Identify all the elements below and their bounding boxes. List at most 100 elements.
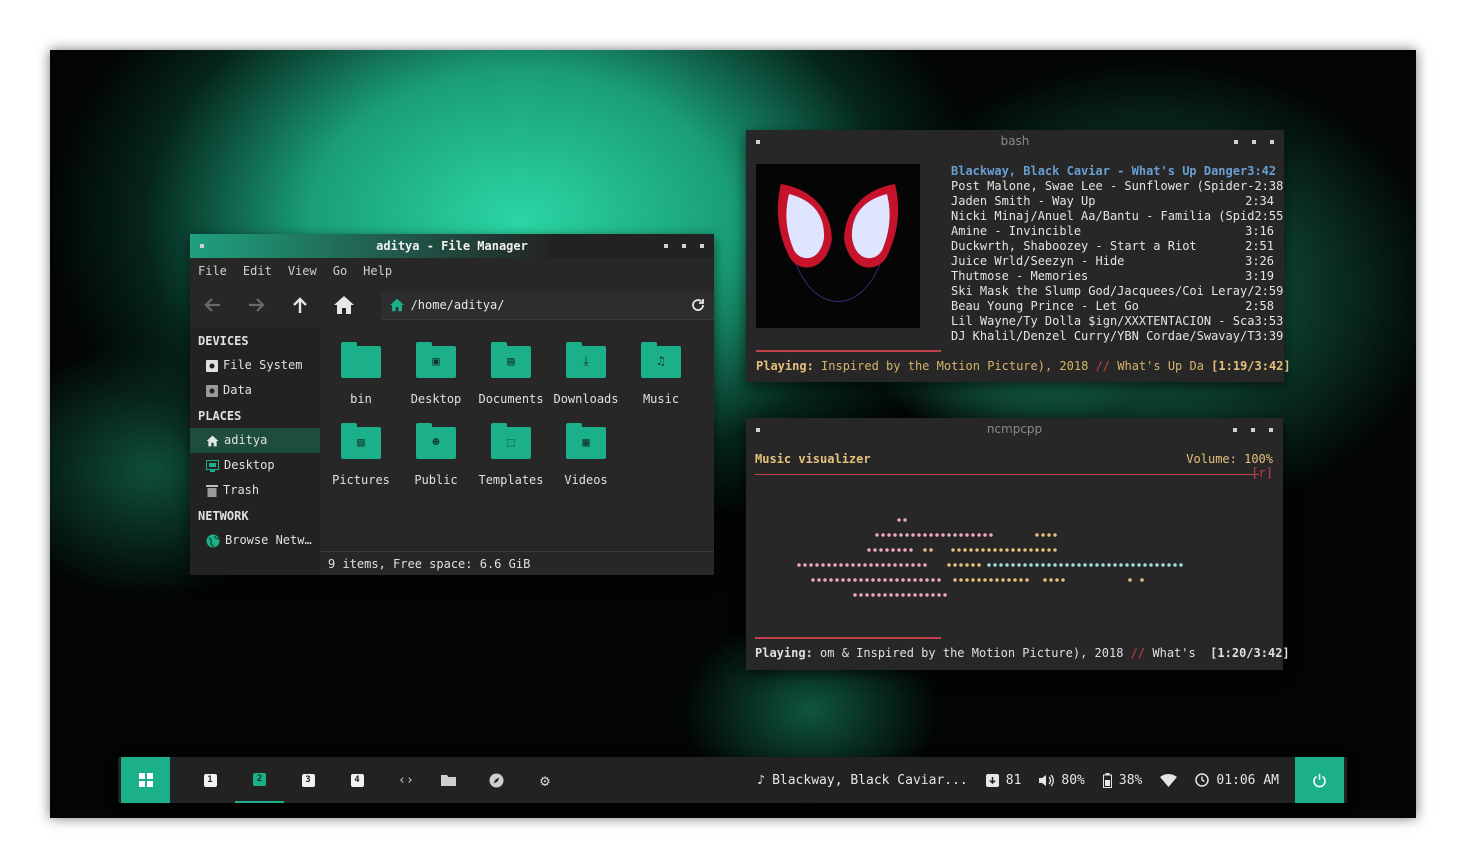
playlist-row[interactable]: Duckwrth, Shaboozey - Start a Riot 2:51 [951, 239, 1274, 254]
sidebar-item-browse-network[interactable]: Browse Netw… [190, 528, 320, 553]
sidebar-item-label: aditya [224, 433, 268, 447]
sidebar-item-trash[interactable]: Trash [190, 478, 320, 503]
visualizer-dots [796, 561, 928, 569]
close-button[interactable] [700, 244, 704, 248]
downloads-folder-icon: ⤓ [566, 342, 606, 378]
visualizer-dots [950, 546, 1058, 554]
visualizer-dots [1124, 576, 1148, 584]
playing-time: [1:20/3:42] [1210, 646, 1290, 660]
track-time: 3:19 [1245, 269, 1274, 283]
browser-button[interactable] [482, 757, 510, 803]
sidebar-item-home[interactable]: aditya [190, 428, 320, 453]
home-button[interactable] [331, 292, 357, 318]
volume-widget[interactable]: 80% [1039, 773, 1085, 788]
sidebar-item-file-system[interactable]: File System [190, 353, 320, 378]
forward-button[interactable] [244, 292, 270, 318]
workspace-3-button[interactable]: 3 [294, 757, 322, 803]
menu-go[interactable]: Go [333, 258, 347, 284]
app-launcher-button[interactable] [121, 757, 170, 803]
track-title: Amine - Invincible [951, 224, 1082, 238]
settings-button[interactable]: ⚙ [531, 757, 559, 803]
up-button[interactable] [287, 292, 313, 318]
playlist-row[interactable]: Lil Wayne/Ty Dolla $ign/XXXTENTACION - S… [951, 314, 1283, 329]
power-button[interactable] [1295, 757, 1344, 803]
wifi-widget[interactable] [1160, 773, 1178, 787]
playlist-row[interactable]: Juice Wrld/Seezyn - Hide 3:26 [951, 254, 1274, 269]
now-playing-line: Playing: om & Inspired by the Motion Pic… [755, 646, 1290, 660]
workspace-2-button[interactable]: 2 [235, 757, 284, 803]
reload-icon[interactable] [690, 297, 706, 313]
folder-item[interactable]: ▦ Videos [548, 423, 624, 487]
maximize-button[interactable] [1252, 140, 1256, 144]
folder-item[interactable]: ⬚ Templates [473, 423, 549, 487]
workspace-1-button[interactable]: 1 [196, 757, 224, 803]
track-title: Nicki Minaj/Anuel Aa/Bantu - Familia (Sp… [951, 209, 1255, 223]
speaker-icon [1039, 774, 1055, 786]
workspace-label: 2 [253, 772, 266, 786]
album-art [756, 164, 920, 328]
playlist-row[interactable]: Jaden Smith - Way Up 2:34 [951, 194, 1274, 209]
menu-file[interactable]: File [198, 258, 227, 284]
folder-item[interactable]: ⤓ Downloads [548, 342, 624, 406]
terminal-titlebar[interactable]: ncmpcpp [746, 418, 1283, 440]
back-button[interactable] [200, 292, 226, 318]
location-bar[interactable]: /home/aditya/ [380, 290, 714, 320]
updates-count: 81 [1005, 772, 1022, 788]
menu-view[interactable]: View [288, 258, 317, 284]
trash-icon [206, 485, 218, 497]
file-manager-titlebar[interactable]: aditya - File Manager [190, 234, 714, 258]
maximize-button[interactable] [1251, 428, 1255, 432]
window-menu-dot[interactable] [756, 428, 760, 432]
videos-folder-icon: ▦ [566, 423, 606, 459]
visualizer-dots [810, 576, 942, 584]
seek-bar[interactable] [755, 637, 942, 639]
updates-widget[interactable]: 81 [985, 772, 1022, 788]
folder-item[interactable]: bin [323, 342, 399, 406]
track-time: 2:58 [1245, 299, 1274, 313]
code-editor-button[interactable]: ‹› [392, 757, 420, 803]
close-button[interactable] [1269, 428, 1273, 432]
files-button[interactable] [434, 757, 462, 803]
playlist-row[interactable]: Amine - Invincible 3:16 [951, 224, 1274, 239]
home-icon [206, 435, 219, 446]
playlist-row[interactable]: Beau Young Prince - Let Go 2:58 [951, 299, 1274, 314]
playing-separator: // [1095, 359, 1111, 373]
minimize-button[interactable] [1234, 140, 1238, 144]
folder-item[interactable]: ▣ Desktop [398, 342, 474, 406]
playlist-row[interactable]: Ski Mask the Slump God/Jacquees/Coi Lera… [951, 284, 1283, 299]
window-title: bash [1000, 134, 1030, 148]
minimize-button[interactable] [1233, 428, 1237, 432]
clock-widget[interactable]: 01:06 AM [1195, 773, 1279, 788]
playlist-row-current[interactable]: Blackway, Black Caviar - What's Up Dange… [951, 164, 1277, 179]
bash-terminal-window: bash Blackway, Black Caviar - What's Up … [746, 130, 1291, 382]
folder-item[interactable]: ♫ Music [623, 342, 699, 406]
playlist-row[interactable]: Thutmose - Memories 3:19 [951, 269, 1274, 284]
sidebar-item-data[interactable]: Data [190, 378, 320, 403]
playlist-row[interactable]: Nicki Minaj/Anuel Aa/Bantu - Familia (Sp… [951, 209, 1283, 224]
maximize-button[interactable] [682, 244, 686, 248]
minimize-button[interactable] [664, 244, 668, 248]
track-time: 2:59 [1254, 284, 1284, 298]
menu-edit[interactable]: Edit [243, 258, 272, 284]
folder-item[interactable]: ▤ Documents [473, 342, 549, 406]
sidebar-header-network: NETWORK [198, 509, 249, 523]
window-menu-dot[interactable] [756, 140, 760, 144]
close-button[interactable] [1270, 140, 1274, 144]
window-title: aditya - File Manager [376, 239, 528, 253]
playlist-row[interactable]: Post Malone, Swae Lee - Sunflower (Spide… [951, 179, 1283, 194]
visualizer-title: Music visualizer [755, 452, 871, 466]
window-menu-dot[interactable] [200, 244, 204, 248]
folder-item[interactable]: ▨ Pictures [323, 423, 399, 487]
menu-help[interactable]: Help [363, 258, 392, 284]
playlist-row[interactable]: DJ Khalil/Denzel Curry/YBN Cordae/Swavay… [951, 329, 1283, 344]
sidebar-item-desktop[interactable]: Desktop [190, 453, 320, 478]
visualizer-dots [922, 546, 934, 554]
track-time: 3:42 [1247, 164, 1277, 178]
battery-widget[interactable]: 38% [1102, 772, 1142, 788]
globe-icon [206, 534, 220, 547]
seek-bar[interactable] [756, 350, 941, 352]
workspace-4-button[interactable]: 4 [343, 757, 371, 803]
now-playing-widget[interactable]: ♪ Blackway, Black Caviar... [757, 773, 968, 788]
terminal-titlebar[interactable]: bash [746, 130, 1284, 152]
folder-item[interactable]: ☻ Public [398, 423, 474, 487]
